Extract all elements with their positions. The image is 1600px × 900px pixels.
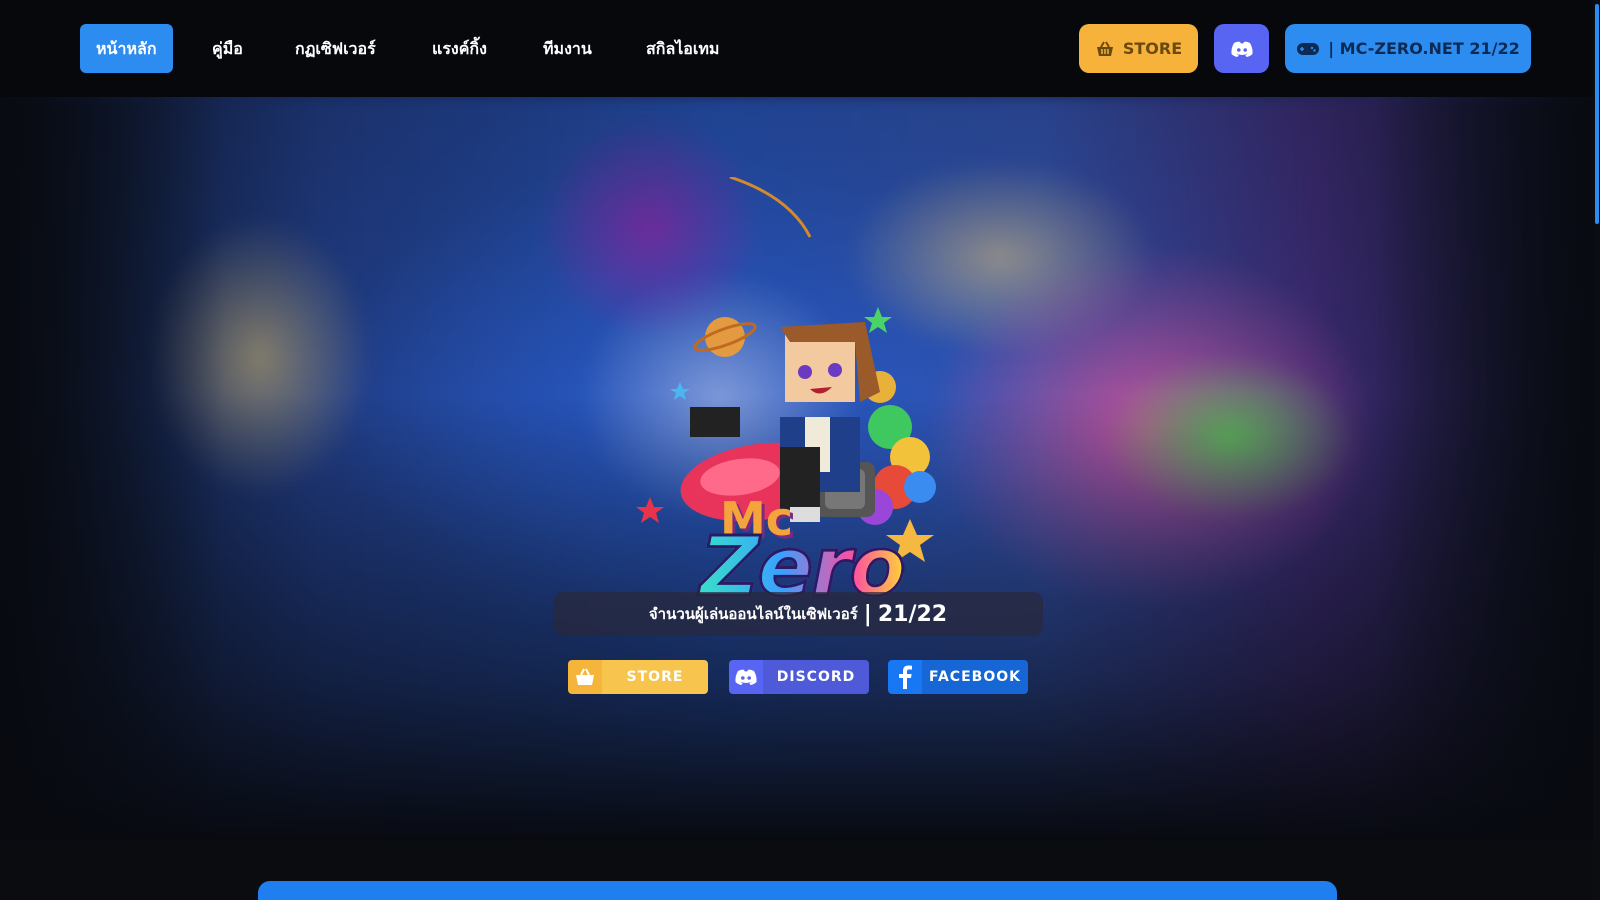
nav-item-guide[interactable]: คู่มือ (196, 24, 259, 73)
nav-item-ranking[interactable]: แรงค์กิ้ง (416, 24, 503, 73)
nav-item-skill-items[interactable]: สกิลไอเทม (630, 24, 735, 73)
discord-banner-label: DISCORD (763, 660, 869, 694)
top-navbar: หน้าหลัก คู่มือ กฏเซิฟเวอร์ แรงค์กิ้ง ที… (0, 0, 1600, 97)
discord-button[interactable] (1214, 24, 1269, 73)
hero-section: Mc Zero จำนวนผู้เล่นออนไลน์ในเซิฟเวอร์ |… (0, 97, 1600, 841)
server-ip-button[interactable]: | MC-ZERO.NET 21/22 (1285, 24, 1531, 73)
store-banner-label: STORE (602, 660, 708, 694)
star-green-icon (864, 307, 892, 333)
discord-icon (1230, 41, 1253, 57)
store-banner-button[interactable]: STORE (568, 660, 708, 694)
nav-item-home[interactable]: หน้าหลัก (80, 24, 173, 73)
facebook-banner-label: FACEBOOK (922, 660, 1028, 694)
facebook-icon (899, 665, 912, 689)
basket-icon (576, 668, 594, 685)
discord-banner-button[interactable]: DISCORD (729, 660, 869, 694)
online-players-bar: จำนวนผู้เล่นออนไลน์ในเซิฟเวอร์ | 21/22 (553, 592, 1043, 636)
online-players-separator: | (863, 601, 872, 627)
discord-icon (735, 669, 757, 685)
gamepad-icon (1297, 42, 1320, 55)
store-button[interactable]: STORE (1079, 24, 1198, 73)
online-players-label: จำนวนผู้เล่นออนไลน์ในเซิฟเวอร์ (648, 605, 858, 623)
store-button-label: STORE (1122, 39, 1183, 58)
server-ip-label: | MC-ZERO.NET 21/22 (1328, 39, 1520, 58)
nav-item-team[interactable]: ทีมงาน (527, 24, 608, 73)
online-players-count: 21/22 (877, 601, 948, 627)
facebook-banner-button[interactable]: FACEBOOK (888, 660, 1028, 694)
content-card-header (258, 881, 1337, 900)
page-scrollbar-thumb[interactable] (1595, 4, 1599, 224)
nav-item-rules[interactable]: กฏเซิฟเวอร์ (279, 24, 392, 73)
star-red-icon (636, 497, 664, 523)
basket-icon (1096, 40, 1113, 56)
server-logo: Mc Zero (620, 175, 980, 617)
star-blue-icon (670, 382, 690, 400)
